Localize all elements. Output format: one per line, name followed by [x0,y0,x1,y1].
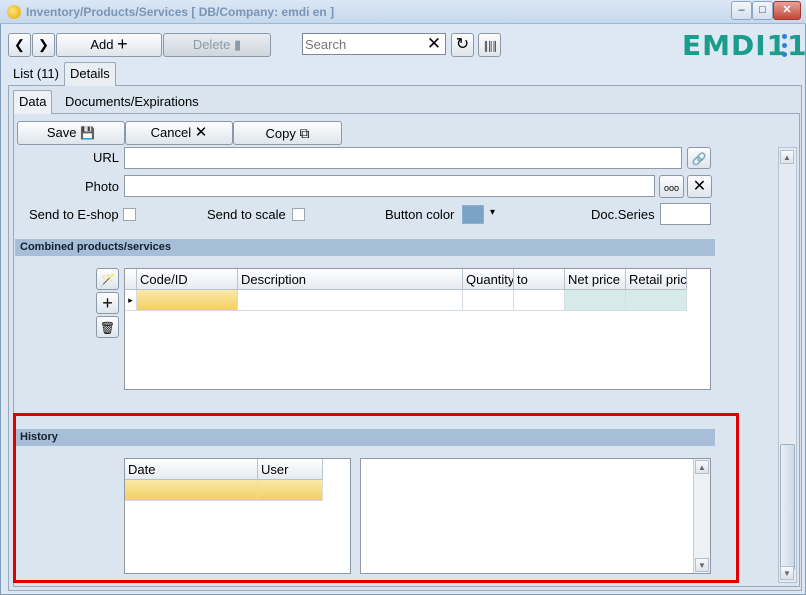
row-marker-icon: ▸ [125,290,137,311]
column-header-code[interactable]: Code/ID [137,269,238,290]
color-dropdown-icon[interactable]: ▾ [490,207,495,218]
photo-label: Photo [85,179,119,194]
row-indicator-header [125,269,137,290]
send-to-eshop-checkbox[interactable] [123,208,136,221]
magic-wand-icon: 🪄 [100,273,115,287]
column-header-retail-price[interactable]: Retail pric [626,269,687,290]
delete-button[interactable]: Delete ▮ [163,33,271,57]
app-icon [7,5,21,19]
doc-series-label: Doc.Series [591,207,655,222]
barcode-icon: ║║║ [482,41,498,51]
send-to-scale-checkbox[interactable] [292,208,305,221]
close-icon: ✕ [692,178,707,195]
menu-dot [782,43,787,48]
plus-icon: + [117,34,128,54]
more-menu-icon[interactable] [780,33,790,59]
refresh-button[interactable]: ↻ [451,33,474,57]
combined-products-grid[interactable]: Code/ID Description Quantity to Net pric… [124,268,711,390]
save-button[interactable]: Save 💾 [17,121,125,145]
copy-icon: ⧉ [299,125,310,141]
copy-button-label: Copy [265,126,296,141]
table-cell-retail-price[interactable] [626,290,687,311]
tab-documents-expirations[interactable]: Documents/Expirations [60,91,204,114]
floppy-disk-icon: 💾 [80,126,96,140]
chevron-right-icon: ❯ [38,37,49,52]
maximize-button[interactable]: □ [752,1,773,20]
clear-search-icon[interactable]: ✕ [425,35,443,53]
column-header-quantity[interactable]: Quantity [463,269,514,290]
forward-button[interactable]: ❯ [32,33,55,57]
window-title: Inventory/Products/Services [ DB/Company… [26,5,335,19]
menu-dot [782,52,787,57]
table-cell-net-price[interactable] [565,290,626,311]
photo-field[interactable] [124,175,655,197]
wizard-button[interactable]: 🪄 [96,268,119,290]
open-url-button[interactable]: 🔗 [687,147,711,169]
trash-icon: ▮ [234,37,242,52]
doc-series-field[interactable] [660,203,711,225]
add-row-button[interactable]: + [96,292,119,314]
close-icon: ✕ [194,124,208,141]
history-highlight-box [13,413,739,583]
table-cell-description[interactable] [238,290,463,311]
minimize-button[interactable]: – [731,1,752,20]
plus-icon: + [102,293,113,313]
tab-details[interactable]: Details [64,62,116,86]
menu-dot [782,34,787,39]
combined-products-header: Combined products/services [15,239,715,256]
button-color-label: Button color [385,207,455,222]
clear-photo-button[interactable]: ✕ [687,175,712,198]
main-scrollbar[interactable]: ▲ ▼ [778,147,797,583]
table-cell-to[interactable] [514,290,565,311]
url-field[interactable] [124,147,682,169]
refresh-icon: ↻ [455,36,470,53]
button-color-swatch[interactable] [462,205,484,224]
back-button[interactable]: ❮ [8,33,31,57]
cancel-button-label: Cancel [150,125,192,140]
column-header-to[interactable]: to [514,269,565,290]
column-header-net-price[interactable]: Net price [565,269,626,290]
save-button-label: Save [46,125,77,140]
search-box[interactable]: ✕ [302,33,446,55]
table-cell-code[interactable] [137,290,238,311]
barcode-button[interactable]: ║║║ [478,33,501,57]
table-cell-quantity[interactable] [463,290,514,311]
column-header-description[interactable]: Description [238,269,463,290]
chevron-left-icon: ❮ [14,37,25,52]
cancel-button[interactable]: Cancel ✕ [125,121,233,145]
scroll-up-icon[interactable]: ▲ [780,150,794,164]
send-to-scale-label: Send to scale [207,207,286,222]
search-input[interactable] [304,35,430,53]
url-label: URL [93,150,120,165]
send-to-eshop-label: Send to E-shop [29,207,119,222]
close-window-button[interactable]: ✕ [773,1,801,20]
copy-button[interactable]: Copy ⧉ [233,121,342,145]
trash-icon: 🗑 [99,321,116,335]
delete-button-label: Delete [192,37,231,52]
add-button-label: Add [90,37,114,52]
scrollbar-thumb[interactable] [780,444,795,570]
browse-photo-button[interactable]: ooo [659,175,684,198]
delete-row-button[interactable]: 🗑 [96,316,119,338]
tab-list[interactable]: List (11) [8,63,64,86]
tab-data[interactable]: Data [13,90,53,114]
link-icon: 🔗 [691,152,707,166]
scroll-down-icon[interactable]: ▼ [780,566,794,580]
ellipsis-icon: ooo [663,183,680,193]
add-button[interactable]: Add + [56,33,162,57]
